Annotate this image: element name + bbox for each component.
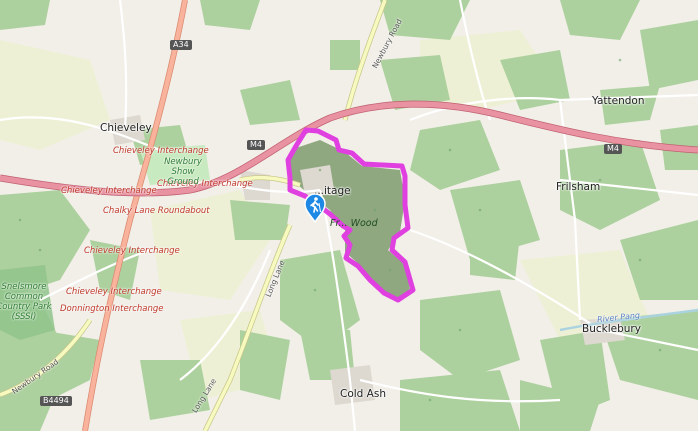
place-chieveley: Chieveley <box>100 122 152 134</box>
place-bucklebury: Bucklebury <box>582 323 641 335</box>
m4-shield-west: M4 <box>247 140 265 150</box>
m4-shield-east: M4 <box>604 144 622 154</box>
place-cold-ash: Cold Ash <box>340 388 386 400</box>
a34-shield: A34 <box>170 40 192 50</box>
junction-label-3: Chieveley Interchange <box>61 186 157 196</box>
place-frilsham: Frilsham <box>556 181 601 193</box>
donnington-interchange-label: Donnington Interchange <box>60 304 164 314</box>
newbury-showground-label: Newbury Show Ground <box>164 157 202 187</box>
place-yattendon: Yattendon <box>592 95 645 107</box>
route-start-marker[interactable] <box>303 193 327 223</box>
frilsham-wood-label: Fr... Wood <box>330 218 378 229</box>
junction-label-4: Chieveley Interchange <box>84 246 180 256</box>
b4494-shield: B4494 <box>40 396 72 406</box>
chalky-lane-roundabout-label: Chalky Lane Roundabout <box>103 206 210 216</box>
hiker-icon <box>304 193 326 223</box>
snelsmore-common-label: Snelsmore Common Country Park (SSSI) <box>0 282 52 322</box>
junction-label-5: Chieveley Interchange <box>66 287 162 297</box>
junction-label-1: Chieveley Interchange <box>113 146 209 156</box>
map-view[interactable]: A34 M4 M4 B4494 Chieveley Yattendon Fril… <box>0 0 698 431</box>
